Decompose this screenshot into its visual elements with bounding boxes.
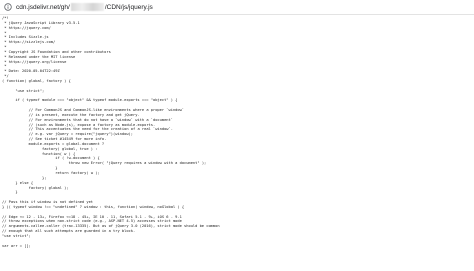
url-suffix: /CDN/js/jquery.js — [104, 3, 153, 11]
code-line: var arr = []; — [2, 243, 31, 248]
info-circle-icon[interactable] — [3, 2, 13, 12]
url-prefix: cdn.jsdelivr.net/gh/ — [16, 3, 70, 11]
redacted-url-segment — [70, 3, 104, 11]
source-code-view[interactable]: /*! * jQuery JavaScript Library v3.5.1 *… — [2, 16, 472, 270]
url-text[interactable]: cdn.jsdelivr.net/gh/ /CDN/js/jquery.js — [16, 3, 153, 11]
address-bar[interactable]: cdn.jsdelivr.net/gh/ /CDN/js/jquery.js — [0, 0, 474, 15]
